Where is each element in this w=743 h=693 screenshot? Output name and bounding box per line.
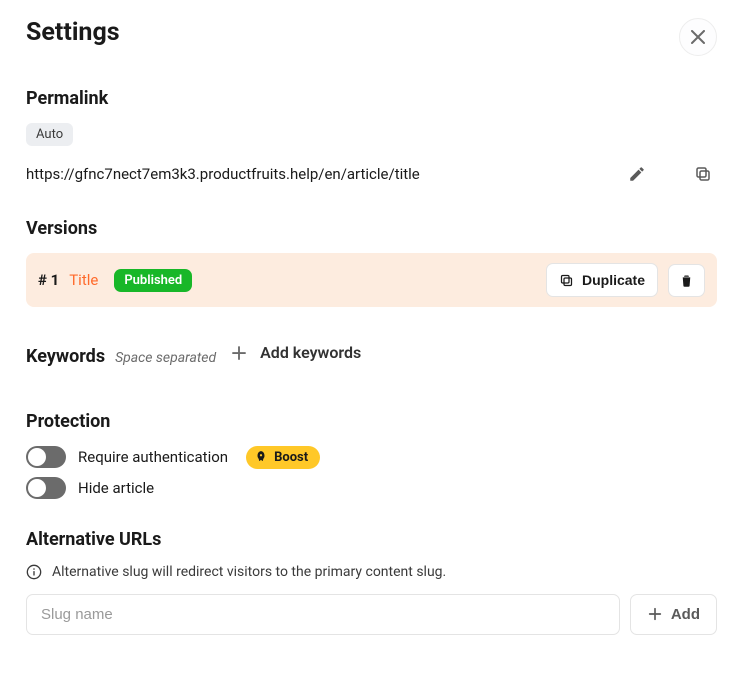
hide-article-toggle[interactable] bbox=[26, 477, 66, 499]
add-keywords-label: Add keywords bbox=[260, 343, 361, 362]
permalink-url: https://gfnc7nect7em3k3.productfruits.he… bbox=[26, 165, 607, 183]
versions-heading: Versions bbox=[26, 218, 97, 239]
slug-input[interactable] bbox=[26, 594, 620, 635]
versions-section: Versions # 1 Title Published Duplicate bbox=[26, 218, 717, 307]
alternative-urls-info: Alternative slug will redirect visitors … bbox=[52, 564, 446, 580]
protection-heading: Protection bbox=[26, 411, 110, 432]
delete-version-button[interactable] bbox=[668, 264, 705, 297]
edit-icon bbox=[628, 165, 646, 183]
page-title: Settings bbox=[26, 18, 120, 47]
add-keywords-button[interactable]: Add keywords bbox=[220, 337, 371, 368]
edit-permalink-button[interactable] bbox=[623, 160, 651, 188]
permalink-mode-badge: Auto bbox=[26, 123, 73, 146]
plus-icon bbox=[647, 606, 663, 622]
protection-section: Protection Require authentication Boost … bbox=[26, 411, 717, 499]
copy-icon bbox=[694, 165, 712, 183]
keywords-hint: Space separated bbox=[115, 350, 216, 366]
require-auth-toggle[interactable] bbox=[26, 446, 66, 468]
rocket-icon bbox=[254, 450, 268, 464]
add-slug-label: Add bbox=[671, 606, 700, 623]
version-status-badge: Published bbox=[114, 269, 192, 292]
duplicate-label: Duplicate bbox=[582, 272, 645, 288]
close-icon bbox=[691, 30, 705, 44]
hide-article-label: Hide article bbox=[78, 479, 154, 497]
version-title: Title bbox=[69, 271, 98, 289]
boost-badge[interactable]: Boost bbox=[246, 446, 320, 469]
keywords-heading: Keywords bbox=[26, 346, 105, 367]
trash-icon bbox=[679, 273, 694, 288]
version-number: # 1 bbox=[38, 271, 59, 289]
copy-permalink-button[interactable] bbox=[689, 160, 717, 188]
keywords-section: Keywords Space separated Add keywords bbox=[26, 337, 717, 381]
alternative-urls-section: Alternative URLs Alternative slug will r… bbox=[26, 529, 717, 635]
duplicate-icon bbox=[559, 273, 574, 288]
require-auth-label: Require authentication bbox=[78, 448, 228, 466]
plus-icon bbox=[230, 344, 248, 362]
alternative-urls-heading: Alternative URLs bbox=[26, 529, 161, 550]
permalink-heading: Permalink bbox=[26, 88, 108, 109]
version-row[interactable]: # 1 Title Published Duplicate bbox=[26, 253, 717, 307]
info-icon bbox=[26, 564, 42, 580]
boost-label: Boost bbox=[274, 450, 308, 465]
close-button[interactable] bbox=[679, 18, 717, 56]
permalink-section: Permalink Auto https://gfnc7nect7em3k3.p… bbox=[26, 88, 717, 188]
add-slug-button[interactable]: Add bbox=[630, 594, 717, 635]
duplicate-version-button[interactable]: Duplicate bbox=[546, 263, 658, 297]
keywords-heading-row: Keywords Space separated bbox=[26, 346, 216, 367]
